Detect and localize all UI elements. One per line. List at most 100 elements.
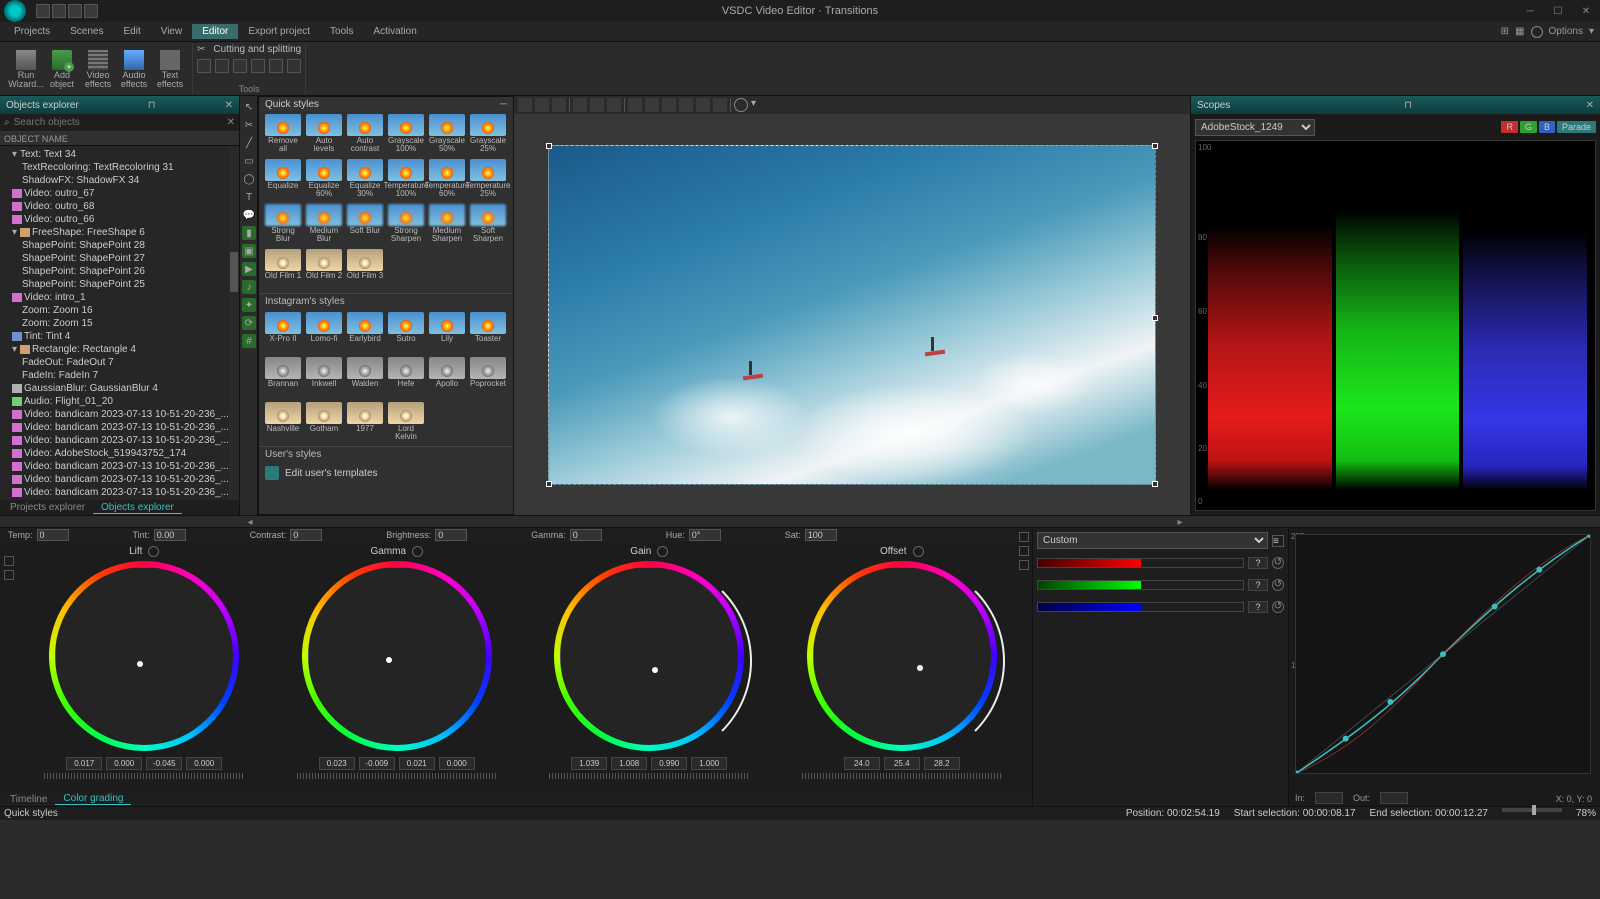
hsroll-left-icon[interactable]: ◂	[244, 516, 256, 528]
text-effects-button[interactable]: Text effects	[152, 48, 188, 91]
video-tool-icon[interactable]: ▶	[242, 262, 256, 276]
tree-node[interactable]: FadeIn: FadeIn 7	[0, 369, 239, 382]
line-tool-icon[interactable]: ╱	[242, 136, 256, 150]
pt-align-r-icon[interactable]	[662, 98, 676, 112]
tree-node[interactable]: Zoom: Zoom 15	[0, 317, 239, 330]
quick-style-item[interactable]: Soft Blur	[345, 203, 385, 244]
hue-input[interactable]	[689, 529, 721, 541]
menu-scenes[interactable]: Scenes	[60, 24, 113, 39]
quick-style-item[interactable]: Strong Blur	[263, 203, 303, 244]
tree-node[interactable]: ShapePoint: ShapePoint 27	[0, 252, 239, 265]
qat-more-icon[interactable]	[84, 4, 98, 18]
tree-node[interactable]: ShadowFX: ShadowFX 34	[0, 174, 239, 187]
quick-style-item[interactable]: Equalize	[263, 158, 303, 199]
cutting-splitting-label[interactable]: Cutting and splitting	[213, 44, 301, 55]
color-wheel-lift[interactable]: Lift	[18, 546, 271, 788]
quick-style-item[interactable]: Equalize 30%	[345, 158, 385, 199]
blue-channel-slider[interactable]	[1037, 602, 1244, 612]
menu-projects[interactable]: Projects	[4, 24, 60, 39]
tree-node[interactable]: FadeOut: FadeOut 7	[0, 356, 239, 369]
scope-chip-b[interactable]: B	[1539, 121, 1555, 133]
run-wizard-button[interactable]: Run Wizard...	[8, 48, 44, 91]
curve-in-input[interactable]	[1315, 792, 1343, 804]
quick-style-item[interactable]: Grayscale 50%	[427, 113, 467, 154]
options-label[interactable]: Options	[1549, 26, 1583, 37]
quick-style-item[interactable]: Lily	[427, 311, 467, 352]
red-value-input[interactable]	[1248, 557, 1268, 569]
preview-frame[interactable]	[548, 145, 1156, 485]
pt-safe-icon[interactable]	[713, 98, 727, 112]
scopes-pin-icon[interactable]: ⊓	[1404, 100, 1412, 111]
counter-tool-icon[interactable]: #	[242, 334, 256, 348]
pt-clip-icon[interactable]	[607, 98, 621, 112]
red-reset-icon[interactable]: ↺	[1272, 557, 1284, 569]
tree-node[interactable]: Video: outro_66	[0, 213, 239, 226]
scissors-icon[interactable]: ✂	[197, 44, 205, 55]
tree-node[interactable]: ShapePoint: ShapePoint 25	[0, 278, 239, 291]
menu-tools[interactable]: Tools	[320, 24, 363, 39]
cut-tool-icon[interactable]: ✂	[242, 118, 256, 132]
quick-style-item[interactable]: Inkwell	[304, 356, 344, 397]
quick-style-item[interactable]: Old Film 3	[345, 248, 385, 289]
wheel-value-input[interactable]	[186, 757, 222, 770]
chart-tool-icon[interactable]: ▮	[242, 226, 256, 240]
quick-style-item[interactable]: Walden	[345, 356, 385, 397]
tree-node[interactable]: Video: bandicam 2023-07-13 10-51-20-236_…	[0, 499, 239, 500]
scope-chip-r[interactable]: R	[1501, 121, 1518, 133]
quick-style-item[interactable]: Earlybird	[345, 311, 385, 352]
column-header[interactable]: OBJECT NAME	[0, 132, 239, 146]
tree-node[interactable]: GaussianBlur: GaussianBlur 4	[0, 382, 239, 395]
scopes-close-icon[interactable]: ✕	[1586, 100, 1594, 111]
tab-color-grading[interactable]: Color grading	[55, 793, 131, 805]
hscroll-right-icon[interactable]: ▸	[1174, 516, 1186, 528]
edit-user-templates-button[interactable]: Edit user's templates	[259, 462, 513, 484]
wheel-slider[interactable]	[297, 773, 497, 779]
menu-activation[interactable]: Activation	[363, 24, 426, 39]
tree-node[interactable]: ShapePoint: ShapePoint 28	[0, 239, 239, 252]
preset-menu-icon[interactable]: ≡	[1272, 535, 1284, 547]
handle-br[interactable]	[1152, 481, 1158, 487]
tree-node[interactable]: ▾Rectangle: Rectangle 4	[0, 343, 239, 356]
brightness-input[interactable]	[435, 529, 467, 541]
sat-input[interactable]	[805, 529, 837, 541]
wheel-value-input[interactable]	[359, 757, 395, 770]
tree-scrollbar[interactable]	[229, 146, 239, 500]
handle-bl[interactable]	[546, 481, 552, 487]
blue-value-input[interactable]	[1248, 601, 1268, 613]
menu-editor[interactable]: Editor	[192, 24, 238, 39]
quick-style-item[interactable]: Equalize 60%	[304, 158, 344, 199]
wheel-reset-icon[interactable]	[148, 546, 159, 557]
quick-style-item[interactable]: Apollo	[427, 356, 467, 397]
contrast-input[interactable]	[290, 529, 322, 541]
maximize-button[interactable]: ☐	[1544, 0, 1572, 22]
tab-timeline[interactable]: Timeline	[2, 794, 55, 805]
green-value-input[interactable]	[1248, 579, 1268, 591]
curves-plot[interactable]	[1295, 534, 1591, 774]
options-chevron-icon[interactable]: ▾	[1589, 26, 1594, 37]
quick-style-item[interactable]: Toaster	[468, 311, 508, 352]
tree-node[interactable]: Video: bandicam 2023-07-13 10-51-20-236_…	[0, 460, 239, 473]
pt-align-c-icon[interactable]	[645, 98, 659, 112]
explorer-close-icon[interactable]: ✕	[225, 100, 233, 111]
quick-style-item[interactable]: Lomo-fi	[304, 311, 344, 352]
image-tool-icon[interactable]: ▣	[242, 244, 256, 258]
tool-speed-icon[interactable]	[251, 59, 265, 73]
quick-style-item[interactable]: X-Pro II	[263, 311, 303, 352]
tab-objects-explorer[interactable]: Objects explorer	[93, 502, 182, 514]
wheel-slider[interactable]	[44, 773, 244, 779]
gear-icon[interactable]	[1531, 26, 1543, 38]
picker-icon[interactable]	[4, 556, 14, 566]
quick-style-item[interactable]: Grayscale 25%	[468, 113, 508, 154]
menu-export[interactable]: Export project	[238, 24, 320, 39]
color-wheel-offset[interactable]: Offset	[776, 546, 1029, 788]
pt-up-icon[interactable]	[535, 98, 549, 112]
pt-settings-icon[interactable]	[734, 98, 748, 112]
quick-close-icon[interactable]: ─	[500, 99, 507, 110]
wheel-value-input[interactable]	[399, 757, 435, 770]
ch-link-icon[interactable]	[1019, 546, 1029, 556]
quick-style-item[interactable]: 1977	[345, 401, 385, 442]
wheel-value-input[interactable]	[66, 757, 102, 770]
green-reset-icon[interactable]: ↺	[1272, 579, 1284, 591]
zoom-slider[interactable]	[1502, 808, 1562, 812]
quick-style-item[interactable]: Hefe	[386, 356, 426, 397]
